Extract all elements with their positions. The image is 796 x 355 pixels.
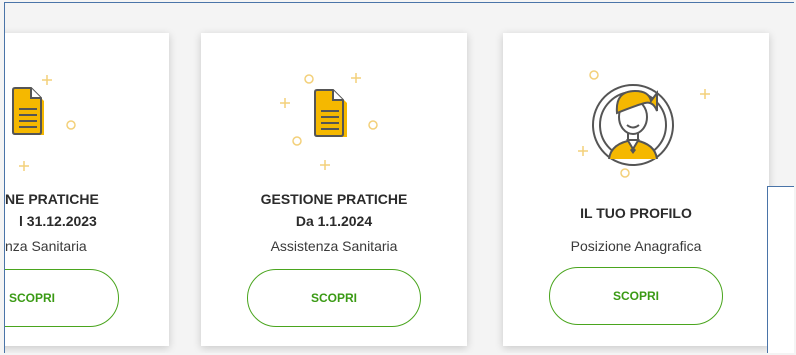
card-il-tuo-profilo: IL TUO PROFILO Posizione Anagrafica SCOP… xyxy=(503,33,769,346)
user-profile-icon xyxy=(578,70,710,178)
card-subtitle: Assistenza Sanitaria xyxy=(270,238,398,254)
card-gestione-pratiche: GESTIONE PRATICHE Da 1.1.2024 Assistenza… xyxy=(201,33,467,346)
scopri-button[interactable]: SCOPRI xyxy=(5,269,119,327)
card-title-line2: l 31.12.2023 xyxy=(19,213,97,229)
scopri-button[interactable]: SCOPRI xyxy=(247,269,421,327)
card-title-line1: GESTIONE PRATICHE xyxy=(260,191,408,207)
overlay-panel xyxy=(767,186,794,353)
document-icon xyxy=(280,73,378,170)
page-frame: NE PRATICHE l 31.12.2023 nza Sanitaria S… xyxy=(4,2,794,353)
card-title: IL TUO PROFILO xyxy=(580,205,692,221)
document-icon xyxy=(12,75,76,171)
card-subtitle: Posizione Anagrafica xyxy=(570,238,702,254)
card-gestione-pratiche-old: NE PRATICHE l 31.12.2023 nza Sanitaria S… xyxy=(5,33,169,346)
card-title-line2: Da 1.1.2024 xyxy=(295,213,373,229)
card-title-line1: NE PRATICHE xyxy=(5,191,99,207)
scopri-button[interactable]: SCOPRI xyxy=(549,267,723,325)
card-subtitle: nza Sanitaria xyxy=(5,238,87,254)
